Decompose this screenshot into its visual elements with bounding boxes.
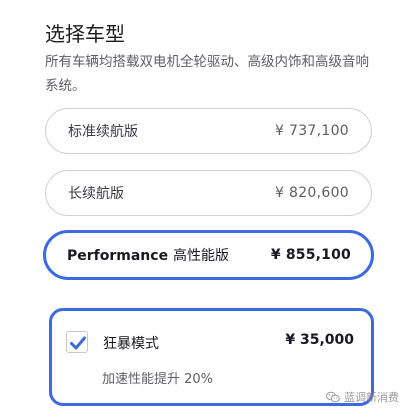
section-title: 选择车型 [45,22,125,46]
watermark-text: 蓝调新消费 [344,391,399,404]
variant-name: 标准续航版 [68,124,138,140]
variant-price: ¥ 737,100 [275,123,349,139]
variant-name: Performance 高性能版 [67,245,229,265]
ludicrous-mode-checkbox[interactable] [66,331,88,353]
variant-name-cn: 高性能版 [172,248,229,264]
variant-name: 长续航版 [68,186,124,202]
variant-price: ¥ 855,100 [270,247,351,263]
addon-name: 狂暴模式 [103,336,159,352]
variant-long-range[interactable]: 长续航版 ¥ 820,600 [45,170,372,216]
addon-price: ¥ 35,000 [285,332,354,348]
watermark: 蓝调新消费 [326,389,399,405]
model-selector-panel: 选择车型 所有车辆均搭载双电机全轮驱动、高级内饰和高级音响系统。 标准续航版 ¥… [0,0,413,417]
wechat-icon [326,391,340,403]
variant-standard-range[interactable]: 标准续航版 ¥ 737,100 [45,108,372,154]
addon-subtitle: 加速性能提升 20% [102,372,214,387]
checkmark-icon [70,336,86,350]
variant-price: ¥ 820,600 [275,185,349,201]
section-description: 所有车辆均搭载双电机全轮驱动、高级内饰和高级音响系统。 [45,54,369,94]
variant-performance[interactable]: Performance 高性能版 ¥ 855,100 [43,230,374,280]
variant-name-en: Performance [67,248,169,264]
